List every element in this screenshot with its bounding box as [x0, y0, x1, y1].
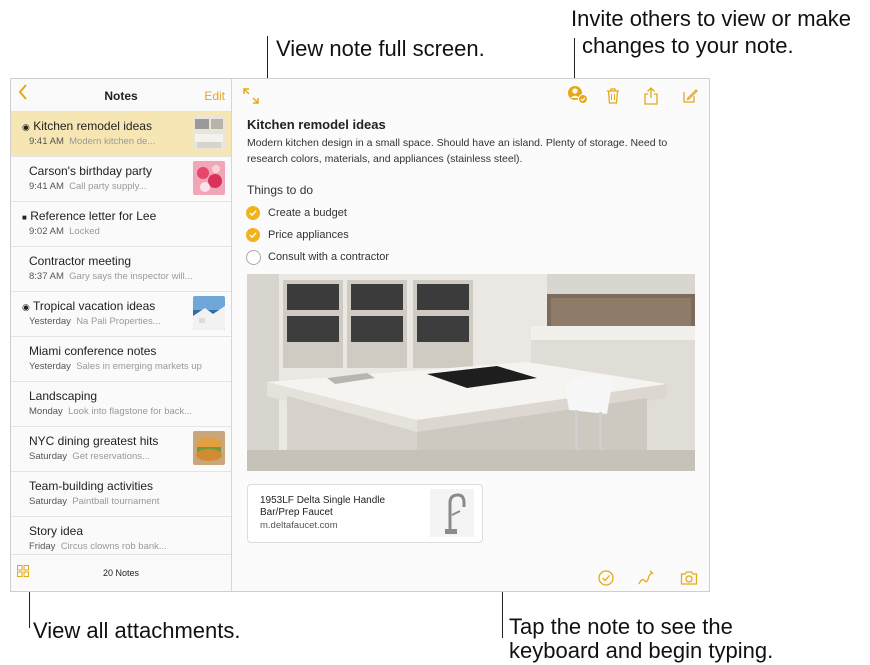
note-list-item-reference[interactable]: ■ Reference letter for Lee 9:02 AM Locke… — [11, 202, 231, 247]
list-item-title: Team-building activities — [29, 479, 154, 493]
checkbox-checked[interactable] — [246, 228, 260, 242]
callout-invite-line1: Invite others to view or make — [571, 6, 852, 31]
list-item-title: NYC dining greatest hits — [29, 434, 159, 448]
note-list-item-kitchen[interactable]: ◉ Kitchen remodel ideas 9:41 AM Modern k… — [11, 112, 231, 157]
note-list: ◉ Kitchen remodel ideas 9:41 AM Modern k… — [11, 112, 231, 562]
list-item-title: Carson's birthday party — [29, 164, 153, 178]
callout-attachments: View all attachments. — [33, 618, 241, 643]
note-title: Kitchen remodel ideas — [247, 117, 386, 132]
link-url: m.deltafaucet.com — [260, 520, 338, 531]
checklist-item-label: Consult with a contractor — [268, 251, 390, 263]
list-item-title: ◉ Kitchen remodel ideas — [22, 119, 152, 133]
expand-icon[interactable] — [242, 87, 260, 105]
cupcake-thumbnail — [193, 161, 225, 195]
note-list-item-tropical[interactable]: ◉ Tropical vacation ideas Yesterday Na P… — [11, 292, 231, 337]
list-item-subtitle: Yesterday Na Pali Properties... — [29, 316, 161, 327]
list-item-title: ◉ Tropical vacation ideas — [22, 299, 156, 313]
list-item-title: Landscaping — [29, 389, 98, 403]
list-item-subtitle: 9:02 AM Locked — [29, 226, 100, 237]
list-item-title: ■ Reference letter for Lee — [22, 209, 157, 223]
callout-tap-line1: Tap the note to see the — [509, 614, 733, 639]
list-item-title: Miami conference notes — [29, 344, 157, 358]
share-icon[interactable] — [642, 87, 660, 105]
edit-button[interactable]: Edit — [204, 89, 225, 103]
list-item-subtitle: Friday Circus clowns rob bank... — [29, 541, 167, 552]
callout-invite-line2: changes to your note. — [582, 33, 794, 58]
note-list-item-miami[interactable]: Miami conference notes Yesterday Sales i… — [11, 337, 231, 382]
shared-icon: ◉ — [22, 302, 30, 312]
list-item-subtitle: 8:37 AM Gary says the inspector will... — [29, 271, 193, 282]
checklist-icon[interactable] — [597, 569, 615, 587]
beach-thumbnail — [193, 296, 225, 330]
ipad-screen: Notes Edit ◉ Kitchen remodel ideas 9:41 … — [10, 78, 710, 592]
list-item-subtitle: 9:41 AM Modern kitchen de... — [29, 136, 156, 147]
callout-line-fullscreen — [267, 36, 268, 84]
list-item-subtitle: Yesterday Sales in emerging markets up — [29, 361, 202, 372]
link-title: 1953LF Delta Single Handle Bar/Prep Fauc… — [260, 495, 386, 518]
note-body: Modern kitchen design in a small space. … — [247, 137, 668, 165]
checklist-item-label: Create a budget — [268, 207, 347, 219]
lock-icon: ■ — [22, 213, 27, 222]
list-item-title: Contractor meeting — [29, 254, 132, 268]
sidebar-header: Notes Edit — [11, 79, 231, 112]
callout-fullscreen: View note full screen. — [276, 36, 485, 61]
trash-icon[interactable] — [604, 87, 622, 105]
note-list-item-nyc[interactable]: NYC dining greatest hits Saturday Get re… — [11, 427, 231, 472]
compose-icon[interactable] — [681, 87, 699, 105]
list-item-subtitle: Saturday Paintball tournament — [29, 496, 160, 507]
checkbox-checked[interactable] — [246, 206, 260, 220]
list-item-subtitle: 9:41 AM Call party supply... — [29, 181, 147, 192]
shared-icon: ◉ — [22, 122, 30, 132]
note-list-item-birthday[interactable]: Carson's birthday party 9:41 AM Call par… — [11, 157, 231, 202]
sidebar-footer: 20 Notes — [11, 554, 231, 591]
kitchen-thumbnail — [193, 116, 225, 150]
notes-sidebar: Notes Edit ◉ Kitchen remodel ideas 9:41 … — [11, 79, 232, 591]
note-count: 20 Notes — [102, 568, 140, 578]
sketch-icon[interactable] — [637, 569, 655, 587]
checklist-heading: Things to do — [247, 183, 314, 197]
callout-line-attachments — [29, 590, 30, 628]
note-list-item-team[interactable]: Team-building activities Saturday Paintb… — [11, 472, 231, 517]
list-item-title: Story idea — [29, 524, 84, 538]
link-preview-card[interactable]: 1953LF Delta Single Handle Bar/Prep Fauc… — [247, 484, 483, 543]
kitchen-photo[interactable] — [247, 274, 695, 471]
note-editor[interactable]: Kitchen remodel ideas Modern kitchen des… — [232, 79, 709, 591]
sidebar-title: Notes — [104, 89, 138, 103]
camera-icon[interactable] — [680, 569, 698, 587]
callout-tap-line2: keyboard and begin typing. — [509, 638, 774, 663]
food-thumbnail — [193, 431, 225, 465]
add-people-icon[interactable] — [567, 85, 589, 105]
note-list-item-contractor[interactable]: Contractor meeting 8:37 AM Gary says the… — [11, 247, 231, 292]
faucet-image — [430, 489, 474, 537]
list-item-subtitle: Saturday Get reservations... — [29, 451, 150, 462]
checklist-item-label: Price appliances — [268, 229, 349, 241]
checkbox-unchecked[interactable] — [246, 250, 261, 265]
list-item-subtitle: Monday Look into flagstone for back... — [29, 406, 193, 417]
note-list-item-landscaping[interactable]: Landscaping Monday Look into flagstone f… — [11, 382, 231, 427]
